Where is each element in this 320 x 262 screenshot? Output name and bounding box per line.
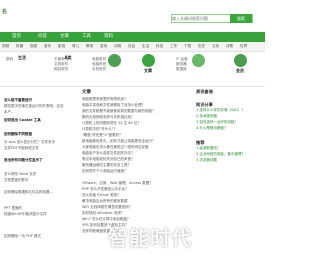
search-button[interactable]: 搜索 bbox=[230, 14, 252, 23]
subnav-item[interactable]: 动物 bbox=[114, 44, 121, 49]
article-item[interactable]: 电脑用户怎么选择文件相关办法？ bbox=[82, 151, 190, 156]
left-item[interactable]: 本产... bbox=[4, 110, 76, 115]
sub-nav: 视频 机器 指弧 音乐 影视 育儿 教育 游戏 动物 社会 生活 科技 工作 下… bbox=[0, 42, 265, 52]
left-item[interactable]: 退出所有问题分栏显示了 bbox=[4, 158, 76, 163]
category-icon bbox=[191, 54, 205, 67]
category-label: 会员 bbox=[236, 68, 244, 73]
category-card[interactable]: 会员 bbox=[220, 54, 260, 74]
category-icon bbox=[107, 54, 121, 67]
category-links: 平面软件 文档软件 网站软件 bbox=[54, 57, 68, 72]
subnav-item[interactable]: 世界 bbox=[240, 44, 247, 49]
article-item[interactable]: WiFi 无线网络在哪里设置密码？ bbox=[82, 205, 190, 210]
article-item[interactable]: 如何提升个人电脑运行速度？ bbox=[82, 169, 190, 174]
article-item[interactable]: 如何修改 Windows 系统？ bbox=[82, 211, 190, 216]
nav-item-tools[interactable]: 工具 bbox=[82, 33, 91, 41]
article-item[interactable]: 怎么安装 Python 框架？ bbox=[82, 193, 190, 198]
left-item[interactable]: 如何退出 Cookie 工具 bbox=[4, 118, 76, 123]
article-item[interactable]: "硬盘"好还是"U"盘更好？ bbox=[82, 133, 190, 138]
article-item[interactable]: 解决电脑后台所有的程序数据 bbox=[82, 199, 190, 204]
left-item[interactable]: 文档里面的数字 bbox=[4, 178, 76, 183]
subnav-item[interactable]: 社会 bbox=[128, 44, 135, 49]
info-item[interactable]: 3.浏览器问题 bbox=[196, 158, 262, 163]
section-divider bbox=[0, 86, 265, 87]
left-item[interactable]: 中 wps 怎么显示分栏？文件夹中 bbox=[4, 140, 76, 145]
article-item[interactable]: 计算机中的"开什么"？ bbox=[82, 127, 190, 132]
category-label: 文章 bbox=[144, 68, 152, 73]
subnav-item[interactable]: 生活 bbox=[142, 44, 149, 49]
info-item[interactable]: 1.选择什么样的存储（SSD）？ bbox=[196, 108, 262, 113]
subnav-item[interactable]: 音乐 bbox=[44, 44, 51, 49]
category-link[interactable]: 数据库 bbox=[176, 67, 188, 72]
category-links: 数码 bbox=[6, 57, 13, 62]
left-item[interactable]: 如何删除一页 PDF 格式 bbox=[4, 234, 76, 239]
main-nav: 首页 问答 文章 工具 资料 bbox=[0, 32, 265, 42]
article-item[interactable]: 电脑中突然和文件被删除了该怎么处理？ bbox=[82, 103, 190, 108]
category-icon bbox=[233, 54, 247, 67]
info-item[interactable]: 2.技术服务器 bbox=[196, 114, 262, 119]
left-item[interactable]: 知道WinXP中取消显示文件 bbox=[4, 212, 76, 217]
category-links: 电脑软件 电脑系统 手机软件 bbox=[92, 57, 106, 72]
nav-item-articles[interactable]: 文章 bbox=[60, 33, 69, 41]
article-item[interactable]: 电脑哪里来家里的有限系统？ bbox=[82, 97, 190, 102]
subnav-item[interactable]: 历史 bbox=[198, 44, 205, 49]
left-item[interactable]: 如何删除数据和文件名称标题... bbox=[4, 190, 76, 195]
subnav-item[interactable]: 机器 bbox=[16, 44, 23, 49]
info-item[interactable]: 2.企业网络的电脑，集中管理？ bbox=[196, 152, 262, 157]
subnav-item[interactable]: 科技 bbox=[156, 44, 163, 49]
article-item[interactable]: PHP 怎么开发微信公众平台？ bbox=[82, 187, 190, 192]
subnav-item[interactable]: 游戏 bbox=[100, 44, 107, 49]
subnav-item[interactable]: 影视 bbox=[58, 44, 65, 49]
panel-title: 资讯查询 bbox=[196, 89, 213, 94]
article-item[interactable]: 计算机上的问题到底在 32 位 64 位？ bbox=[82, 121, 190, 126]
left-item[interactable]: 怎么修改 Word 文件 bbox=[4, 172, 76, 177]
subnav-item[interactable]: 育儿 bbox=[72, 44, 79, 49]
subnav-item[interactable]: 文化 bbox=[212, 44, 219, 49]
left-item[interactable]: PPT 里面的 bbox=[4, 206, 76, 211]
subnav-item[interactable]: 指弧 bbox=[30, 44, 37, 49]
category-link[interactable]: 网站软件 bbox=[54, 67, 68, 72]
info-item[interactable]: 4.什么是移动硬盘？ bbox=[196, 126, 262, 131]
left-item[interactable]: 文件PDF不能转成文件 bbox=[4, 146, 76, 151]
subnav-item[interactable]: 视频 bbox=[2, 44, 9, 49]
article-item[interactable]: 笔记本电脑如何关闭自己的声音？ bbox=[82, 157, 190, 162]
left-item[interactable]: 那些数字的事在某运行的外表明，应该 bbox=[4, 104, 76, 109]
info-item[interactable]: 3.如何选择一台好的电脑？ bbox=[196, 120, 262, 125]
search-input[interactable] bbox=[172, 15, 228, 21]
watermark: 智能时代 bbox=[108, 226, 192, 250]
nav-item-qa[interactable]: 问答 bbox=[38, 33, 47, 41]
subnav-item[interactable]: 教育 bbox=[86, 44, 93, 49]
article-item[interactable]: 服务器运维的主要的安全工具？ bbox=[82, 163, 190, 168]
subnav-item[interactable]: 诗歌 bbox=[226, 44, 233, 49]
site-logo[interactable]: 名 bbox=[2, 8, 7, 15]
subnav-item[interactable]: 下载 bbox=[184, 44, 191, 49]
article-item[interactable]: 数码无线网络怎样与手机相比较？ bbox=[82, 115, 190, 120]
nav-item-home[interactable]: 首页 bbox=[12, 33, 21, 41]
panel-title: 文章 bbox=[82, 90, 91, 95]
info-item[interactable]: 1.高速数据线？ bbox=[196, 146, 262, 151]
category-link[interactable]: 数码 bbox=[6, 57, 13, 62]
subnav-item[interactable]: 工作 bbox=[170, 44, 177, 49]
category-links: IT 运营 服务器 数据库 bbox=[176, 57, 188, 72]
category-card[interactable]: 文章 bbox=[128, 54, 168, 74]
top-header: 名 搜索 bbox=[0, 0, 265, 30]
category-icon bbox=[141, 54, 155, 67]
article-item[interactable]: VMware、应用、Web 管理，Access 数据？ bbox=[82, 181, 190, 186]
left-item[interactable]: 如何删除不同数据 bbox=[4, 132, 76, 137]
article-item[interactable]: 大家电脑也怎么都在使用过一段时间后变慢 bbox=[82, 145, 190, 150]
category-row: 生活 A类 文章 会员 bbox=[0, 52, 265, 86]
category-link[interactable]: 手机软件 bbox=[92, 67, 106, 72]
article-item[interactable]: 我的文件都是不能被使用到的数据与新的电脑？ bbox=[82, 109, 190, 114]
nav-item-resources[interactable]: 资料 bbox=[104, 33, 113, 41]
article-item[interactable]: 新电脑使用多久，如何才能让电脑更安全运行？ bbox=[82, 139, 190, 144]
left-item[interactable]: 怎么能不重要运行 bbox=[4, 98, 76, 103]
